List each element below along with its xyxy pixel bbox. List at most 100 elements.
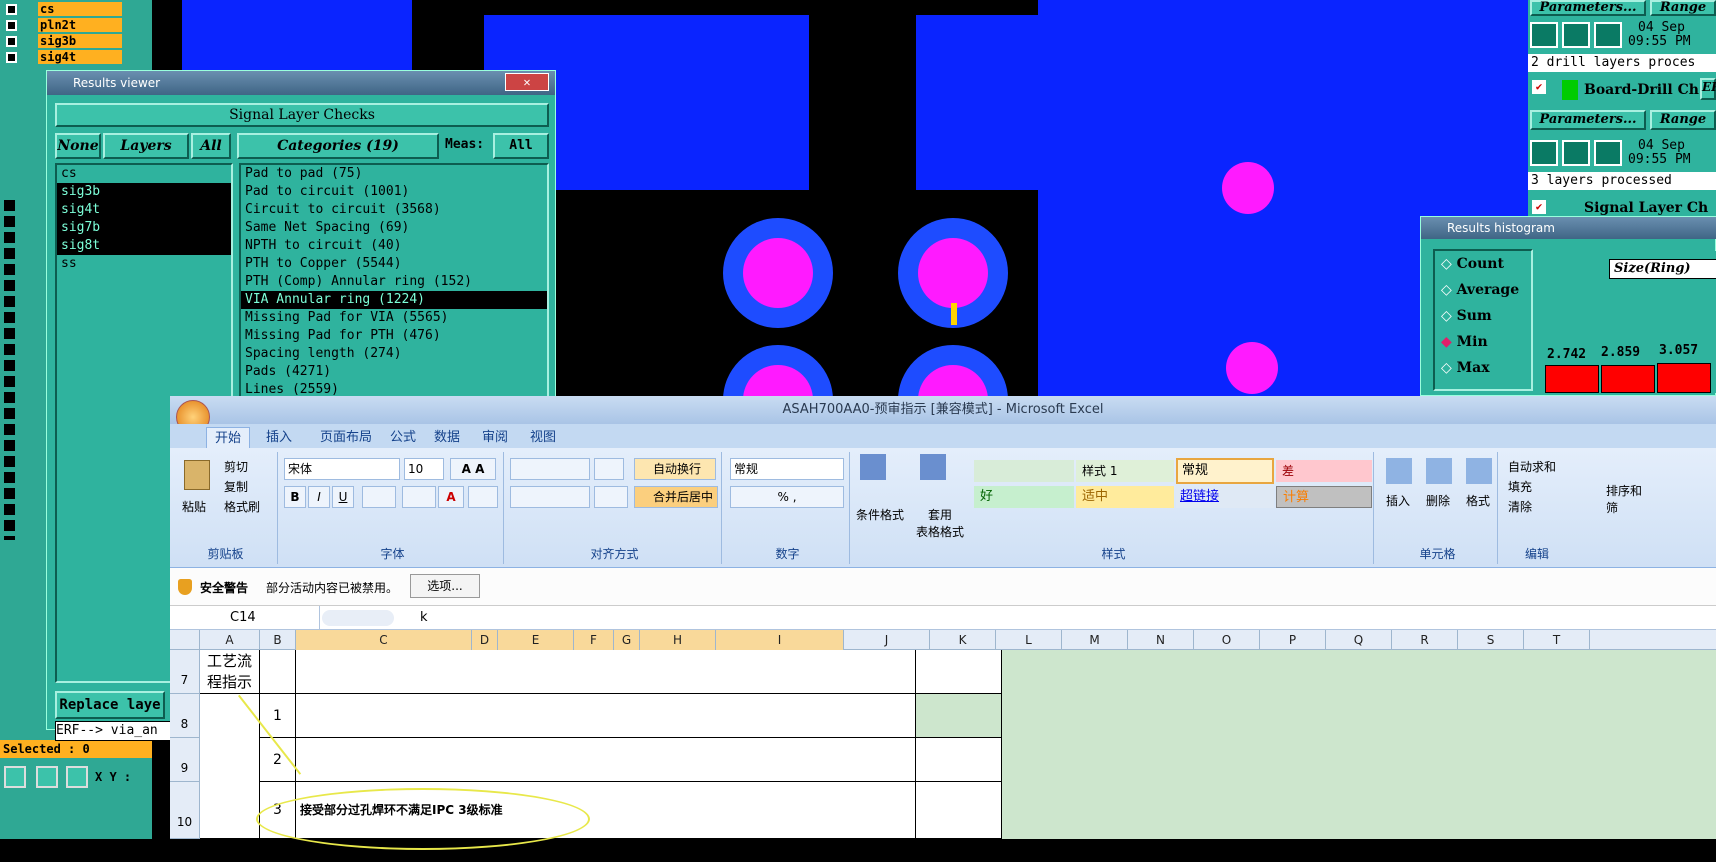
- border-icon[interactable]: [362, 486, 396, 508]
- layer-list-item[interactable]: cs: [57, 165, 231, 183]
- category-list-item[interactable]: Missing Pad for PTH (476): [241, 327, 547, 345]
- histogram-option[interactable]: ◇ Max: [1435, 355, 1531, 381]
- column-header[interactable]: O: [1194, 630, 1260, 650]
- run-icon[interactable]: [1530, 22, 1558, 48]
- merge-center-button[interactable]: 合并后居中: [634, 486, 718, 508]
- row-header[interactable]: 7: [170, 650, 200, 694]
- check-icon[interactable]: ✔: [1532, 200, 1546, 214]
- column-header[interactable]: S: [1458, 630, 1524, 650]
- delete-button[interactable]: 删除: [1426, 492, 1450, 509]
- check-item-1[interactable]: Board-Drill Ch: [1584, 82, 1699, 98]
- histogram-titlebar[interactable]: Results histogram: [1421, 217, 1716, 239]
- ribbon-tab[interactable]: 页面布局: [312, 427, 380, 448]
- histogram-option[interactable]: ◇ Average: [1435, 277, 1531, 303]
- histogram-bar[interactable]: [1601, 365, 1655, 393]
- parameters-button[interactable]: Parameters...: [1530, 0, 1646, 16]
- fx-icon[interactable]: [322, 610, 394, 626]
- layer-list-item[interactable]: sig7b: [57, 219, 231, 237]
- category-list-item[interactable]: Same Net Spacing (69): [241, 219, 547, 237]
- excel-titlebar[interactable]: ASAH700AA0-预审指示 [兼容模式] - Microsoft Excel: [170, 396, 1716, 424]
- italic-icon[interactable]: I: [308, 486, 330, 508]
- cell-a7[interactable]: 工艺流程指示: [200, 650, 260, 694]
- column-header[interactable]: N: [1128, 630, 1194, 650]
- clear-button[interactable]: 清除: [1508, 498, 1532, 515]
- column-header[interactable]: T: [1524, 630, 1590, 650]
- layer-checkbox[interactable]: [6, 4, 17, 15]
- erf-tag-1[interactable]: ER: [1700, 78, 1716, 100]
- number-format-icons[interactable]: % ,: [730, 486, 844, 508]
- grid-icon[interactable]: [66, 766, 88, 788]
- radio-diamond-icon[interactable]: ◇: [1441, 282, 1457, 298]
- copy-button[interactable]: 复制: [224, 478, 248, 495]
- layer-list-item[interactable]: ss: [57, 255, 231, 273]
- style-cell[interactable]: 计算: [1276, 486, 1372, 508]
- histogram-bar[interactable]: [1545, 365, 1599, 393]
- histogram-option[interactable]: ◇ Sum: [1435, 303, 1531, 329]
- layer-list-item[interactable]: sig4t: [57, 201, 231, 219]
- column-header[interactable]: K: [930, 630, 996, 650]
- parameters-button[interactable]: Parameters...: [1530, 110, 1646, 130]
- name-box[interactable]: C14: [170, 606, 320, 629]
- style-cell[interactable]: 常规: [1176, 458, 1274, 484]
- layer-row[interactable]: sig4t: [2, 50, 152, 65]
- style-cell[interactable]: 适中: [1076, 486, 1174, 508]
- ranges-button[interactable]: Range: [1650, 110, 1716, 130]
- layer-checkbox[interactable]: [6, 20, 17, 31]
- layer-checkbox-column[interactable]: [4, 200, 15, 540]
- column-header[interactable]: M: [1062, 630, 1128, 650]
- none-button[interactable]: None: [55, 133, 101, 159]
- layer-list-item[interactable]: sig3b: [57, 183, 231, 201]
- sheet-grid[interactable]: 7 8 9 10 工艺流程指示 1 2 3 接受部分过孔焊环不满足IPC 3级标…: [170, 650, 1716, 850]
- run-icon[interactable]: [1562, 22, 1590, 48]
- category-list-item[interactable]: Pads (4271): [241, 363, 547, 381]
- column-header[interactable]: F: [574, 630, 614, 650]
- run-icon[interactable]: [1594, 140, 1622, 166]
- cell[interactable]: [296, 694, 916, 738]
- cut-button[interactable]: 剪切: [224, 458, 248, 475]
- category-list-item[interactable]: PTH (Comp) Annular ring (152): [241, 273, 547, 291]
- paste-label[interactable]: 粘贴: [182, 498, 206, 515]
- format-painter-button[interactable]: 格式刷: [224, 498, 260, 515]
- radio-diamond-icon[interactable]: ◆: [1441, 334, 1457, 350]
- cell[interactable]: [296, 650, 916, 694]
- layers-button[interactable]: Layers: [103, 133, 189, 159]
- wrap-text-button[interactable]: 自动换行: [634, 458, 716, 480]
- layer-row[interactable]: pln2t: [2, 18, 152, 33]
- format-table-icon[interactable]: [920, 454, 946, 480]
- column-header[interactable]: P: [1260, 630, 1326, 650]
- format-icon[interactable]: [1466, 458, 1492, 484]
- style-cell[interactable]: 样式 1: [1076, 460, 1174, 482]
- column-header[interactable]: J: [844, 630, 930, 650]
- ribbon-tab[interactable]: 插入: [258, 427, 300, 448]
- column-header[interactable]: D: [472, 630, 498, 650]
- insert-button[interactable]: 插入: [1386, 492, 1410, 509]
- ribbon-tab[interactable]: 开始: [206, 427, 251, 448]
- cell[interactable]: [916, 650, 1002, 694]
- check-item-2[interactable]: Signal Layer Ch: [1584, 200, 1708, 216]
- indent-icon[interactable]: [594, 486, 628, 508]
- column-header[interactable]: L: [996, 630, 1062, 650]
- histogram-bar[interactable]: [1657, 363, 1711, 393]
- measure-icon[interactable]: [36, 766, 58, 788]
- layer-row[interactable]: sig3b: [2, 34, 152, 49]
- cell[interactable]: [916, 694, 1002, 738]
- font-name-select[interactable]: 宋体: [284, 458, 400, 480]
- format-button[interactable]: 格式: [1466, 492, 1490, 509]
- results-viewer-titlebar[interactable]: Results viewer: [47, 71, 555, 95]
- category-list-item[interactable]: VIA Annular ring (1224): [241, 291, 547, 309]
- bold-icon[interactable]: B: [284, 486, 306, 508]
- close-icon[interactable]: ✕: [505, 73, 549, 91]
- cell[interactable]: [916, 738, 1002, 782]
- fill-button[interactable]: 填充: [1508, 478, 1532, 495]
- column-header[interactable]: I: [716, 630, 844, 650]
- formula-input[interactable]: k: [420, 606, 428, 629]
- histogram-option[interactable]: ◆ Min: [1435, 329, 1531, 355]
- layer-checkbox[interactable]: [6, 52, 17, 63]
- options-button[interactable]: 选项...: [410, 574, 480, 598]
- categories-button[interactable]: Categories (19): [237, 133, 439, 159]
- conditional-format-icon[interactable]: [860, 454, 886, 480]
- column-header[interactable]: H: [640, 630, 716, 650]
- category-list-item[interactable]: PTH to Copper (5544): [241, 255, 547, 273]
- row-header[interactable]: 8: [170, 694, 200, 738]
- font-color-icon[interactable]: A: [438, 486, 464, 508]
